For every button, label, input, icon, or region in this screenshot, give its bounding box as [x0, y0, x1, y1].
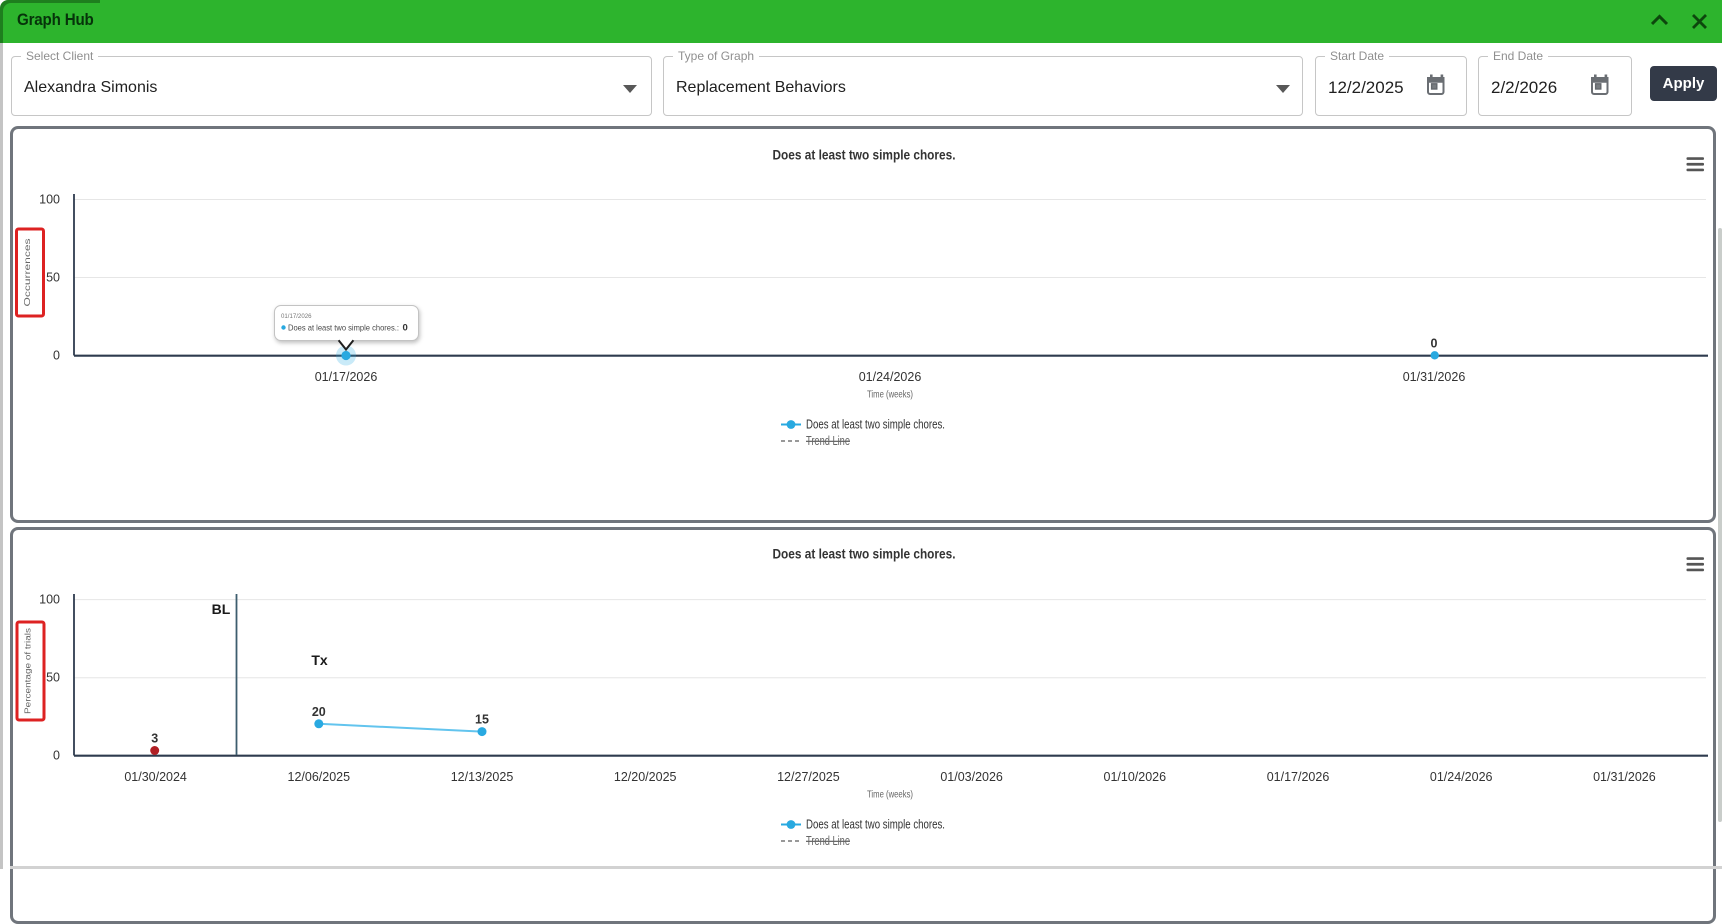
svg-text:12/13/2025: 12/13/2025: [451, 770, 514, 784]
svg-text:Time (weeks): Time (weeks): [867, 789, 913, 801]
svg-text:15: 15: [475, 713, 489, 727]
svg-text:0: 0: [1431, 337, 1438, 351]
svg-text:Percentage of trials: Percentage of trials: [24, 628, 33, 714]
svg-text:Does at least two simple chore: Does at least two simple chores.: [773, 148, 956, 163]
svg-text:01/24/2026: 01/24/2026: [859, 370, 922, 384]
svg-text:Occurrences: Occurrences: [23, 239, 32, 307]
svg-text:12/27/2025: 12/27/2025: [777, 770, 840, 784]
svg-text:20: 20: [312, 705, 326, 719]
svg-text:01/31/2026: 01/31/2026: [1403, 370, 1466, 384]
svg-text:0: 0: [53, 749, 60, 763]
svg-text:100: 100: [39, 193, 60, 207]
svg-text:BL: BL: [212, 601, 231, 617]
svg-text:01/17/2026: 01/17/2026: [1267, 770, 1330, 784]
svg-text:Does at least two simple chore: Does at least two simple chores.: [806, 418, 945, 432]
svg-text:01/17/2026: 01/17/2026: [281, 313, 312, 320]
svg-text:01/03/2026: 01/03/2026: [940, 770, 1003, 784]
svg-text:100: 100: [39, 593, 60, 607]
svg-text:50: 50: [46, 671, 60, 685]
svg-text:Does at least two simple chore: Does at least two simple chores.:: [288, 323, 399, 332]
svg-text:Trend Line: Trend Line: [806, 434, 850, 448]
svg-text:12/06/2025: 12/06/2025: [288, 770, 351, 784]
svg-text:0: 0: [53, 349, 60, 363]
svg-text:Does at least two simple chore: Does at least two simple chores.: [773, 547, 956, 562]
svg-text:01/24/2026: 01/24/2026: [1430, 770, 1493, 784]
svg-text:3: 3: [151, 732, 158, 746]
svg-text:50: 50: [46, 271, 60, 285]
svg-text:Trend Line: Trend Line: [806, 834, 850, 848]
svg-text:0: 0: [403, 322, 408, 333]
svg-text:Tx: Tx: [311, 652, 328, 668]
svg-text:01/30/2024: 01/30/2024: [124, 770, 187, 784]
svg-text:12/20/2025: 12/20/2025: [614, 770, 677, 784]
svg-text:01/31/2026: 01/31/2026: [1593, 770, 1656, 784]
svg-text:01/10/2026: 01/10/2026: [1104, 770, 1167, 784]
svg-text:Time (weeks): Time (weeks): [867, 389, 913, 401]
svg-text:Does at least two simple chore: Does at least two simple chores.: [806, 818, 945, 832]
svg-text:01/17/2026: 01/17/2026: [315, 370, 378, 384]
